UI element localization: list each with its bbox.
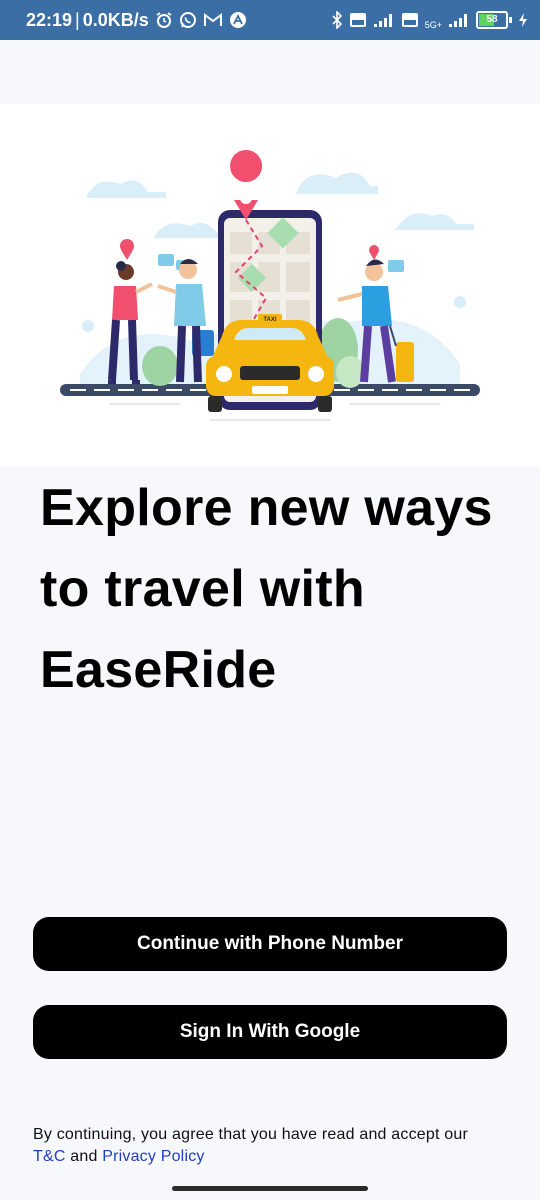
taxi-booking-illustration: TAXI: [60, 150, 480, 421]
notification-icons: [155, 11, 247, 29]
battery-icon: 58: [476, 11, 512, 29]
continue-with-phone-button[interactable]: Continue with Phone Number: [33, 917, 507, 971]
bluetooth-icon: [332, 11, 342, 29]
volte-2-icon: [401, 13, 418, 27]
gmail-icon: [203, 13, 222, 26]
volte-icon: [349, 13, 366, 27]
system-icons: 5G+ 58: [331, 11, 528, 30]
app-notification-icon: [229, 12, 246, 28]
gesture-navigation-bar[interactable]: [172, 1186, 368, 1191]
terms-notice: By continuing, you agree that you have r…: [33, 1124, 513, 1168]
signal-2-icon: [449, 14, 467, 27]
terms-and-text: and: [70, 1148, 98, 1165]
status-net-speed: 0.0KB/s: [82, 9, 149, 30]
status-left: 22:19 | 0.0KB/s: [26, 10, 149, 31]
terms-text: By continuing, you agree that you have r…: [33, 1126, 468, 1143]
status-time: 22:19: [26, 9, 73, 30]
network-type-label: 5G+: [424, 19, 442, 30]
alarm-icon: [156, 12, 172, 28]
status-bar: 22:19 | 0.0KB/s 5G+ 58: [0, 0, 540, 40]
hero-illustration-panel: TAXI: [0, 104, 540, 466]
sign-in-with-google-button[interactable]: Sign In With Google: [33, 1005, 507, 1059]
whatsapp-icon: [179, 12, 196, 28]
tc-link[interactable]: T&C: [33, 1148, 66, 1165]
charging-icon: [519, 13, 527, 27]
privacy-policy-link[interactable]: Privacy Policy: [102, 1148, 204, 1165]
battery-level: 58: [486, 14, 498, 25]
signal-1-icon: [373, 14, 392, 27]
status-separator: |: [75, 9, 80, 30]
headline: Explore new ways to travel with EaseRide: [40, 479, 493, 699]
taxi-sign-text: TAXI: [263, 317, 277, 323]
